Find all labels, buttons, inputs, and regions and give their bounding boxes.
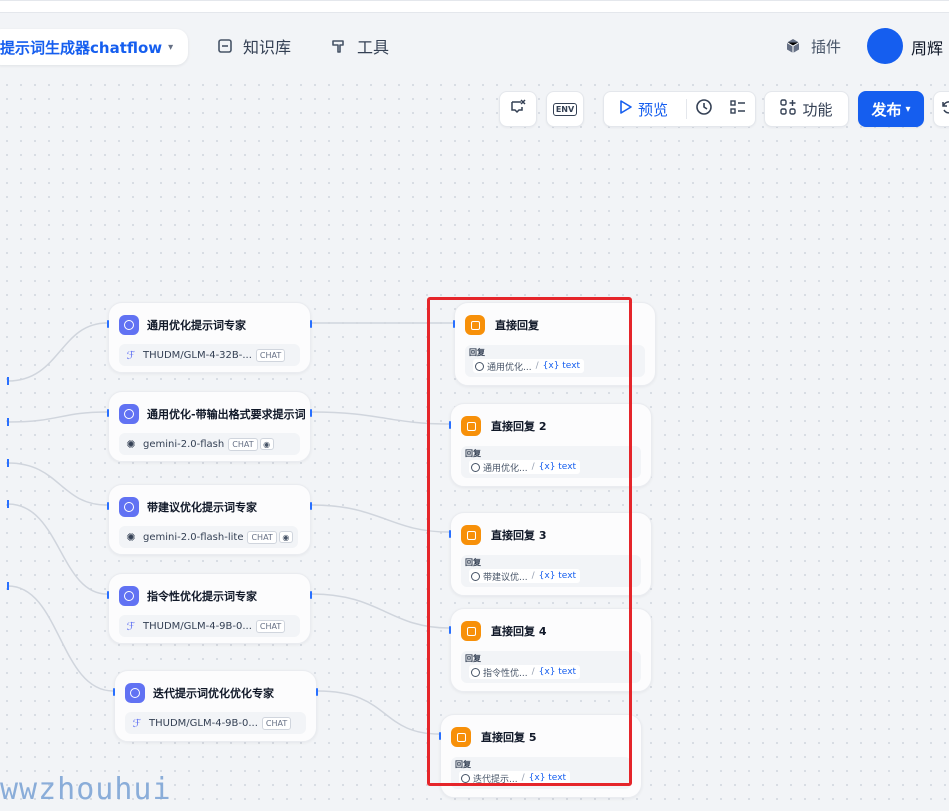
node-title: 带建议优化提示词专家 (147, 501, 257, 514)
model-selector[interactable]: ℱ THUDM/GLM-4-9B-0... CHAT (125, 712, 306, 734)
model-name: gemini-2.0-flash (143, 438, 225, 450)
restore-button[interactable] (933, 91, 949, 127)
llm-node[interactable]: 指令性优化提示词专家 ℱ THUDM/GLM-4-9B-0... CHAT (107, 573, 312, 644)
llm-brain-icon (119, 315, 139, 335)
output-handle[interactable] (310, 409, 312, 417)
model-name: THUDM/GLM-4-9B-0... (149, 717, 258, 729)
play-icon (620, 100, 632, 118)
model-selector[interactable]: ℱ THUDM/GLM-4-9B-0... CHAT (119, 615, 300, 637)
features-icon (780, 99, 797, 119)
publish-button[interactable]: 发布 ▾ (858, 91, 924, 127)
comment-x-icon (509, 98, 527, 120)
history-icon (695, 98, 713, 120)
browser-strip (0, 1, 949, 13)
chevron-down-icon: ▾ (168, 41, 174, 53)
mode-badge: CHAT (255, 348, 286, 362)
preview-label: 预览 (638, 100, 669, 119)
mode-badge: CHAT (255, 619, 286, 633)
input-handle[interactable] (113, 688, 115, 696)
vision-eye-icon: ◉ (278, 531, 293, 543)
user-name[interactable]: 周辉 (911, 35, 943, 59)
features-button[interactable]: 功能 (764, 91, 849, 127)
siliconflow-icon: ℱ (132, 716, 142, 730)
avatar[interactable] (867, 28, 903, 64)
input-handle[interactable] (107, 320, 109, 328)
llm-brain-icon (119, 497, 139, 517)
comment-button[interactable] (499, 91, 537, 127)
gemini-icon: ✺ (126, 530, 136, 544)
top-bar: 提示词生成器chatflow ▾ 知识库 工具 插件 周辉 (0, 0, 949, 78)
nav-tools[interactable]: 工具 (330, 33, 389, 59)
output-handle[interactable] (310, 591, 312, 599)
llm-brain-icon (119, 586, 139, 606)
node-title: 指令性优化提示词专家 (147, 590, 257, 603)
cube-icon (784, 37, 802, 55)
llm-node[interactable]: 通用优化-带输出格式要求提示词 ✺ gemini-2.0-flash CHAT … (107, 391, 312, 462)
red-highlight-box (427, 297, 632, 786)
watermark: wwzhouhui (0, 772, 172, 807)
llm-node[interactable]: 带建议优化提示词专家 ✺ gemini-2.0-flash-lite CHAT … (107, 484, 312, 555)
output-handle[interactable] (316, 688, 318, 696)
app-selector[interactable]: 提示词生成器chatflow ▾ (0, 29, 188, 65)
mode-badge: CHAT (247, 530, 277, 544)
model-name: THUDM/GLM-4-32B-... (143, 349, 252, 361)
nav-knowledge[interactable]: 知识库 (216, 33, 291, 59)
llm-brain-icon (119, 404, 139, 424)
siliconflow-icon: ℱ (126, 348, 136, 362)
model-name: THUDM/GLM-4-9B-0... (143, 620, 252, 632)
nav-plugins[interactable]: 插件 (784, 33, 841, 59)
model-selector[interactable]: ✺ gemini-2.0-flash-lite CHAT ◉ (119, 526, 298, 548)
llm-node[interactable]: 通用优化提示词专家 ℱ THUDM/GLM-4-32B-... CHAT (107, 302, 312, 373)
node-title: 通用优化提示词专家 (147, 319, 246, 332)
model-selector[interactable]: ℱ THUDM/GLM-4-32B-... CHAT (119, 344, 300, 366)
input-handle[interactable] (107, 591, 109, 599)
history-button[interactable] (687, 91, 721, 127)
preview-button[interactable]: 预览 (604, 99, 686, 120)
vision-eye-icon: ◉ (259, 438, 274, 450)
model-name: gemini-2.0-flash-lite (143, 531, 244, 543)
nav-tools-label: 工具 (357, 38, 390, 57)
llm-node[interactable]: 迭代提示词优化优化专家 ℱ THUDM/GLM-4-9B-0... CHAT (113, 670, 318, 742)
gemini-icon: ✺ (126, 437, 136, 451)
env-button[interactable]: ENV (546, 91, 584, 127)
env-icon: ENV (552, 102, 578, 116)
llm-brain-icon (125, 683, 145, 703)
restore-icon (940, 99, 949, 119)
node-title: 通用优化-带输出格式要求提示词 (147, 408, 306, 421)
book-icon (216, 37, 234, 55)
app-name: 提示词生成器chatflow (0, 38, 163, 57)
nav-knowledge-label: 知识库 (243, 38, 292, 57)
preview-group: 预览 (603, 91, 756, 127)
publish-label: 发布 (871, 100, 902, 119)
output-handle[interactable] (310, 502, 312, 510)
siliconflow-icon: ℱ (126, 619, 136, 633)
mode-badge: CHAT (261, 716, 292, 730)
hammer-icon (330, 37, 348, 55)
checklist-button[interactable] (721, 91, 755, 127)
checklist-icon (729, 98, 747, 120)
features-label: 功能 (802, 100, 833, 119)
node-title: 迭代提示词优化优化专家 (153, 687, 274, 700)
output-handle[interactable] (310, 320, 312, 328)
chevron-down-icon: ▾ (905, 103, 911, 115)
nav-plugins-label: 插件 (811, 37, 842, 56)
input-handle[interactable] (107, 409, 109, 417)
mode-badge: CHAT (228, 437, 258, 451)
model-selector[interactable]: ✺ gemini-2.0-flash CHAT ◉ (119, 433, 300, 455)
input-handle[interactable] (107, 502, 109, 510)
